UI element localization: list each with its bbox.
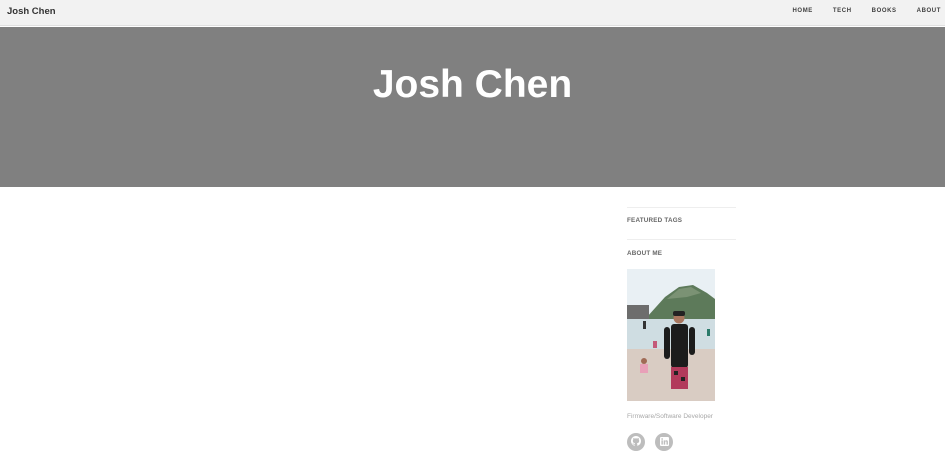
page-header: Josh Chen [0,27,945,187]
nav-links: HOME TECH BOOKS ABOUT [773,8,942,14]
author-description: Firmware/Software Developer [627,413,713,420]
page-title: Josh Chen [372,63,573,106]
featured-tags-title: FEATURED TAGS [627,217,683,224]
linkedin-link[interactable] [655,433,673,451]
github-icon [631,433,641,451]
nav-link-tech[interactable]: TECH [833,8,852,14]
brand-link[interactable]: Josh Chen [7,6,56,17]
about-me-title: ABOUT ME [627,250,663,257]
github-link[interactable] [627,433,645,451]
navbar: Josh Chen HOME TECH BOOKS ABOUT [0,0,945,26]
nav-link-home[interactable]: HOME [793,8,813,14]
divider [627,239,736,240]
profile-photo [627,269,715,401]
linkedin-icon [659,433,669,451]
sidebar: FEATURED TAGS ABOUT ME Firmware/Software… [627,207,736,451]
nav-link-books[interactable]: BOOKS [872,8,897,14]
divider [627,207,736,208]
nav-link-about[interactable]: ABOUT [917,8,941,14]
